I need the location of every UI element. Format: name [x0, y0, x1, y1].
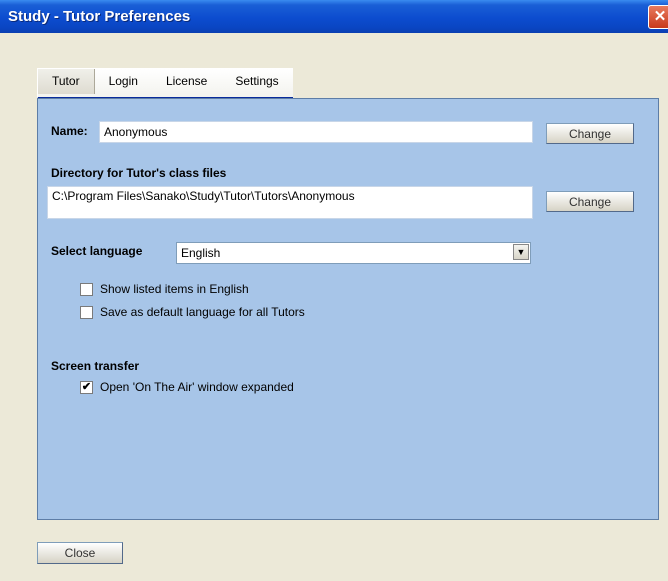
- tab-tutor[interactable]: Tutor: [38, 69, 95, 94]
- window-title: Study - Tutor Preferences: [8, 8, 191, 25]
- name-label: Name:: [51, 124, 88, 138]
- name-field[interactable]: Anonymous: [99, 121, 533, 143]
- tab-settings[interactable]: Settings: [221, 69, 292, 94]
- default-language-option[interactable]: Save as default language for all Tutors: [80, 305, 305, 319]
- on-the-air-option[interactable]: ✔ Open 'On The Air' window expanded: [80, 380, 294, 394]
- window-close-button[interactable]: ✕: [648, 5, 668, 29]
- language-select[interactable]: English ▼: [176, 242, 531, 264]
- tab-login[interactable]: Login: [95, 69, 152, 94]
- show-english-checkbox[interactable]: [80, 282, 93, 296]
- default-language-checkbox[interactable]: [80, 305, 93, 319]
- directory-label: Directory for Tutor's class files: [51, 166, 227, 180]
- directory-change-button[interactable]: Change: [546, 191, 634, 212]
- title-bar[interactable]: Study - Tutor Preferences ✕: [0, 0, 668, 33]
- language-selected-value: English: [181, 246, 221, 260]
- tab-bar: Tutor Login License Settings: [37, 68, 293, 100]
- name-change-button[interactable]: Change: [546, 123, 634, 144]
- chevron-down-icon[interactable]: ▼: [513, 244, 529, 260]
- on-the-air-checkbox[interactable]: ✔: [80, 380, 93, 394]
- checkmark-icon: ✔: [81, 380, 92, 393]
- directory-field[interactable]: C:\Program Files\Sanako\Study\Tutor\Tuto…: [47, 186, 533, 219]
- preferences-window: Study - Tutor Preferences ✕ Tutor Login …: [0, 0, 668, 581]
- close-icon: ✕: [653, 8, 667, 25]
- default-language-label: Save as default language for all Tutors: [100, 305, 305, 319]
- screen-transfer-label: Screen transfer: [51, 359, 140, 373]
- language-label: Select language: [51, 244, 143, 258]
- tab-license[interactable]: License: [152, 69, 221, 94]
- close-button[interactable]: Close: [37, 542, 123, 564]
- show-english-option[interactable]: Show listed items in English: [80, 282, 249, 296]
- show-english-label: Show listed items in English: [100, 282, 249, 296]
- on-the-air-label: Open 'On The Air' window expanded: [100, 380, 294, 394]
- tutor-panel: Name: Anonymous Change Directory for Tut…: [37, 98, 659, 520]
